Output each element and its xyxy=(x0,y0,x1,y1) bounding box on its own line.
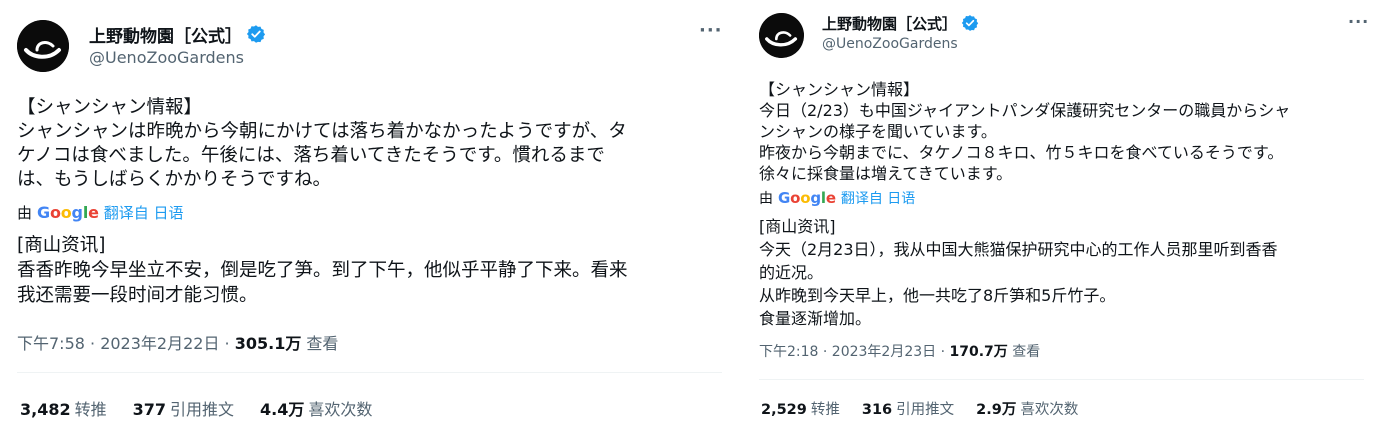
tweet-card: 上野動物園［公式］ @UenoZooGardens ··· 【シャンシャン情報】… xyxy=(0,0,728,425)
translated-line: 食量逐渐增加。 xyxy=(759,309,872,328)
retweets-label: 转推 xyxy=(810,402,840,418)
author-handle[interactable]: @UenoZooGardens xyxy=(89,48,244,67)
translated-by-label: 由 xyxy=(759,191,773,207)
quote-tweets-stat[interactable]: 377 引用推文 xyxy=(133,396,234,420)
google-logo: Google xyxy=(37,202,99,222)
avatar[interactable] xyxy=(759,13,804,58)
original-line: 徐々に採食量は増えてきています。 xyxy=(759,164,1013,183)
translated-line: 的近况。 xyxy=(759,263,824,282)
likes-count: 4.4万 xyxy=(260,400,305,419)
translate-source-link[interactable]: 翻译自 日语 xyxy=(104,202,184,223)
translated-text: [商山资讯] 香香昨晚今早坐立不安，倒是吃了笋。到了下午，他似乎平静了下来。看来… xyxy=(17,233,628,308)
views-count: 305.1万 xyxy=(234,334,302,353)
engagement-stats: 2,529 转推 316 引用推文 2.9万 喜欢次数 xyxy=(761,398,1100,419)
original-line: 昨夜から今朝までに、タケノコ８キロ、竹５キロを食べているそうです。 xyxy=(759,143,1284,162)
tweet-timestamp[interactable]: 下午2:18 · 2023年2月23日 · xyxy=(759,344,950,360)
original-line: 【シャンシャン情報】 xyxy=(17,97,203,118)
views-label: 查看 xyxy=(1007,344,1041,360)
tweet-card: 上野動物園［公式］ @UenoZooGardens ··· 【シャンシャン情報】… xyxy=(742,0,1385,425)
likes-stat[interactable]: 4.4万 喜欢次数 xyxy=(260,396,372,420)
translated-line: [商山资讯] xyxy=(759,217,836,236)
more-options-icon[interactable]: ··· xyxy=(699,20,723,41)
retweets-label: 转推 xyxy=(74,400,107,419)
author-name-row: 上野動物園［公式］ xyxy=(822,13,979,33)
translated-by-label: 由 xyxy=(17,203,33,222)
retweets-count: 3,482 xyxy=(20,400,71,419)
quotes-count: 316 xyxy=(861,402,893,418)
translation-attribution: 由 Google 翻译自 日语 xyxy=(17,201,184,223)
zoo-logo-icon xyxy=(17,20,69,72)
display-name[interactable]: 上野動物園［公式］ xyxy=(89,22,242,47)
original-line: 今日（2/23）も中国ジャイアントパンダ保護研究センターの職員からシャ xyxy=(759,101,1291,120)
translated-line: 从昨晚到今天早上，他一共吃了8斤笋和5斤竹子。 xyxy=(759,286,1116,305)
likes-label: 喜欢次数 xyxy=(1020,402,1079,418)
retweets-stat[interactable]: 3,482 转推 xyxy=(20,396,107,420)
translated-line: 我还需要一段时间才能习惯。 xyxy=(17,285,258,306)
display-name[interactable]: 上野動物園［公式］ xyxy=(822,13,957,34)
author-name-row: 上野動物園［公式］ xyxy=(89,22,266,47)
views-label: 查看 xyxy=(301,334,339,353)
divider xyxy=(759,379,1364,380)
original-text: 【シャンシャン情報】 今日（2/23）も中国ジャイアントパンダ保護研究センターの… xyxy=(759,79,1290,184)
retweets-count: 2,529 xyxy=(761,402,807,418)
avatar[interactable] xyxy=(17,20,69,72)
retweets-stat[interactable]: 2,529 转推 xyxy=(761,398,840,419)
google-logo: Google xyxy=(778,189,836,207)
translation-attribution: 由 Google 翻译自 日语 xyxy=(759,188,915,208)
quotes-count: 377 xyxy=(132,400,167,419)
likes-stat[interactable]: 2.9万 喜欢次数 xyxy=(976,398,1078,419)
translated-line: 今天（2月23日），我从中国大熊猫保护研究中心的工作人员那里听到香香 xyxy=(759,240,1278,259)
original-text: 【シャンシャン情報】 シャンシャンは昨晩から今朝にかけては落ち着かなかったようで… xyxy=(17,96,627,192)
verified-badge-icon xyxy=(246,24,266,44)
quotes-label: 引用推文 xyxy=(896,402,955,418)
verified-badge-icon xyxy=(961,14,979,32)
tweet-timestamp[interactable]: 下午7:58 · 2023年2月22日 · xyxy=(17,334,235,353)
views-count: 170.7万 xyxy=(949,344,1008,360)
engagement-stats: 3,482 转推 377 引用推文 4.4万 喜欢次数 xyxy=(20,396,398,420)
original-line: ケノコは食べました。午後には、落ち着いてきたそうです。慣れるまで xyxy=(17,145,605,166)
translated-line: [商山资讯] xyxy=(17,235,106,256)
tweet-meta: 下午7:58 · 2023年2月22日 · 305.1万 查看 xyxy=(17,330,338,354)
author-handle[interactable]: @UenoZooGardens xyxy=(822,36,958,52)
original-line: ンシャンの様子を聞いています。 xyxy=(759,122,997,141)
quotes-label: 引用推文 xyxy=(170,400,235,419)
zoo-logo-icon xyxy=(759,13,804,58)
likes-label: 喜欢次数 xyxy=(308,400,373,419)
more-options-icon[interactable]: ··· xyxy=(1348,12,1369,31)
tweet-meta: 下午2:18 · 2023年2月23日 · 170.7万 查看 xyxy=(759,341,1040,361)
original-line: は、もうしばらくかかりそうですね。 xyxy=(17,169,331,190)
quote-tweets-stat[interactable]: 316 引用推文 xyxy=(862,398,954,419)
divider xyxy=(17,372,722,373)
translated-text: [商山资讯] 今天（2月23日），我从中国大熊猫保护研究中心的工作人员那里听到香… xyxy=(759,215,1278,330)
translated-line: 香香昨晚今早坐立不安，倒是吃了笋。到了下午，他似乎平静了下来。看来 xyxy=(17,260,628,281)
original-line: シャンシャンは昨晩から今朝にかけては落ち着かなかったようですが、タ xyxy=(17,121,627,142)
translate-source-link[interactable]: 翻译自 日语 xyxy=(841,188,915,208)
original-line: 【シャンシャン情報】 xyxy=(759,80,920,99)
likes-count: 2.9万 xyxy=(976,402,1017,418)
